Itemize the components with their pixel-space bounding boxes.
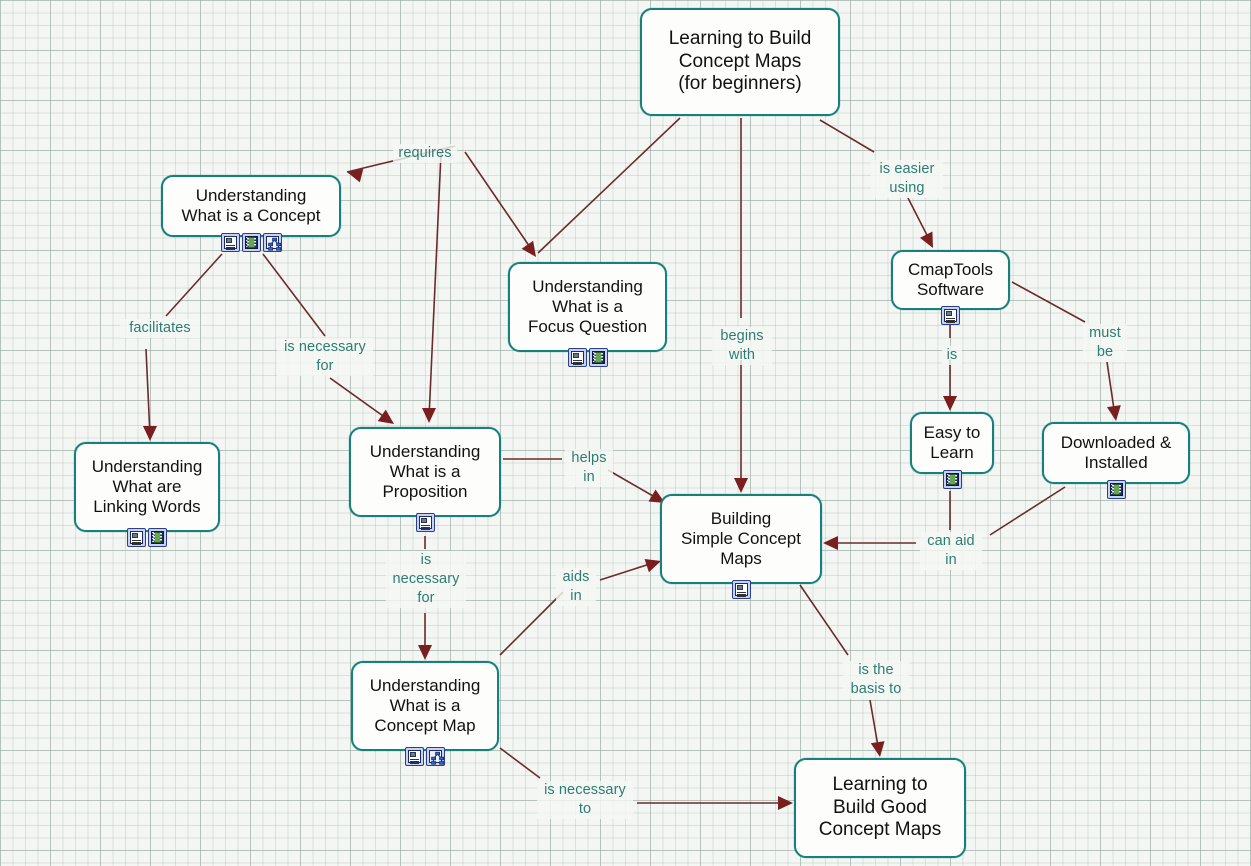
link-line [262,253,326,337]
concept-node-label: Easy to Learn [923,422,981,462]
concept-node-label: Learning to Build Concept Maps (for begi… [668,28,812,95]
concept-node-concept[interactable]: Understanding What is a Concept [161,175,341,237]
resource-icons-concept[interactable] [220,233,282,252]
resource-icons-easy[interactable] [942,470,962,489]
concept-map-icon[interactable] [262,233,282,252]
concept-node-focus[interactable]: Understanding What is a Focus Question [508,262,667,352]
link-arrowhead [418,645,432,660]
concept-node-downloaded[interactable]: Downloaded & Installed [1042,422,1190,484]
link-arrowhead [778,796,793,810]
concept-node-label: Understanding What is a Concept Map [369,675,481,736]
concept-node-root[interactable]: Learning to Build Concept Maps (for begi… [640,8,840,116]
document-icon[interactable] [415,513,435,532]
link-arrowhead [870,741,885,757]
film-icon[interactable] [148,528,167,547]
link-line [499,747,541,779]
link-label-is-easier-using[interactable]: is easier using [871,160,943,199]
document-icon[interactable] [567,348,587,367]
concept-node-linking[interactable]: Understanding What are Linking Words [74,442,220,532]
resource-icons-proposition[interactable] [415,513,435,532]
concept-node-label: Understanding What is a Focus Question [527,276,648,337]
link-label-aids-in[interactable]: aids in [556,568,596,607]
link-arrowhead [943,396,957,411]
concept-node-goodmaps[interactable]: Learning to Build Good Concept Maps [794,758,966,858]
link-line [464,151,535,254]
resource-icons-conceptmap[interactable] [405,747,445,766]
link-line [1011,281,1086,323]
link-label-helps-in[interactable]: helps in [565,449,613,488]
link-line [329,377,391,422]
concept-node-cmaptools[interactable]: CmapTools Software [891,250,1010,310]
link-label-requires-concept[interactable]: requires [393,144,457,164]
link-arrowhead [521,240,536,257]
link-arrowhead [347,168,364,183]
resource-icons-focus[interactable] [567,348,608,367]
concept-node-label: Understanding What is a Concept [181,185,321,225]
link-label-can-aid-in[interactable]: can aid in [920,532,982,571]
link-label-begins-with[interactable]: begins with [712,327,772,366]
concept-node-label: Downloaded & Installed [1060,432,1172,472]
concept-node-label: Building Simple Concept Maps [680,508,801,569]
link-line [799,584,849,656]
document-icon[interactable] [731,580,751,599]
concept-node-label: Understanding What is a Proposition [369,441,481,502]
concept-node-label: Understanding What are Linking Words [91,456,203,517]
film-icon[interactable] [942,470,962,489]
link-arrowhead [734,478,748,493]
link-line [428,152,442,419]
link-line [537,117,681,254]
resource-icons-cmaptools[interactable] [941,306,960,325]
link-label-is-necessary-for-prop[interactable]: is necessary for [277,338,373,377]
document-icon[interactable] [405,747,424,766]
document-icon[interactable] [220,233,240,252]
concept-node-building[interactable]: Building Simple Concept Maps [660,494,822,584]
concept-node-conceptmap[interactable]: Understanding What is a Concept Map [351,661,499,751]
film-icon[interactable] [241,233,261,252]
document-icon[interactable] [127,528,146,547]
link-line [145,348,151,437]
link-label-is-necessary-to[interactable]: is necessary to [537,781,633,820]
link-arrowhead [1106,405,1121,421]
concept-node-easy[interactable]: Easy to Learn [910,412,994,474]
concept-node-label: Learning to Build Good Concept Maps [818,774,942,841]
link-line [989,486,1066,536]
link-label-cmaptools-is-easy[interactable]: is [942,346,962,366]
concept-node-proposition[interactable]: Understanding What is a Proposition [349,427,501,517]
link-arrowhead [422,408,436,423]
concept-node-label: CmapTools Software [907,259,994,299]
link-line [499,591,564,656]
link-arrowhead [919,231,933,248]
resource-icons-downloaded[interactable] [1106,480,1126,499]
link-arrowhead [143,426,157,441]
resource-icons-linking[interactable] [127,528,167,547]
document-icon[interactable] [941,306,960,325]
link-label-must-be-downloaded[interactable]: must be [1083,324,1127,363]
link-line [819,119,875,153]
concept-map-canvas[interactable]: Learning to Build Concept Maps (for begi… [0,0,1251,866]
link-label-prop-is-necessary-for-map[interactable]: is necessary for [386,551,466,609]
concept-map-icon[interactable] [426,747,445,766]
film-icon[interactable] [588,348,608,367]
resource-icons-building[interactable] [731,580,751,599]
link-arrowhead [823,536,838,550]
link-label-facilitates[interactable]: facilitates [120,319,200,339]
link-label-is-the-basis-to[interactable]: is the basis to [843,661,909,700]
film-icon[interactable] [1106,480,1126,499]
link-line [165,253,223,317]
